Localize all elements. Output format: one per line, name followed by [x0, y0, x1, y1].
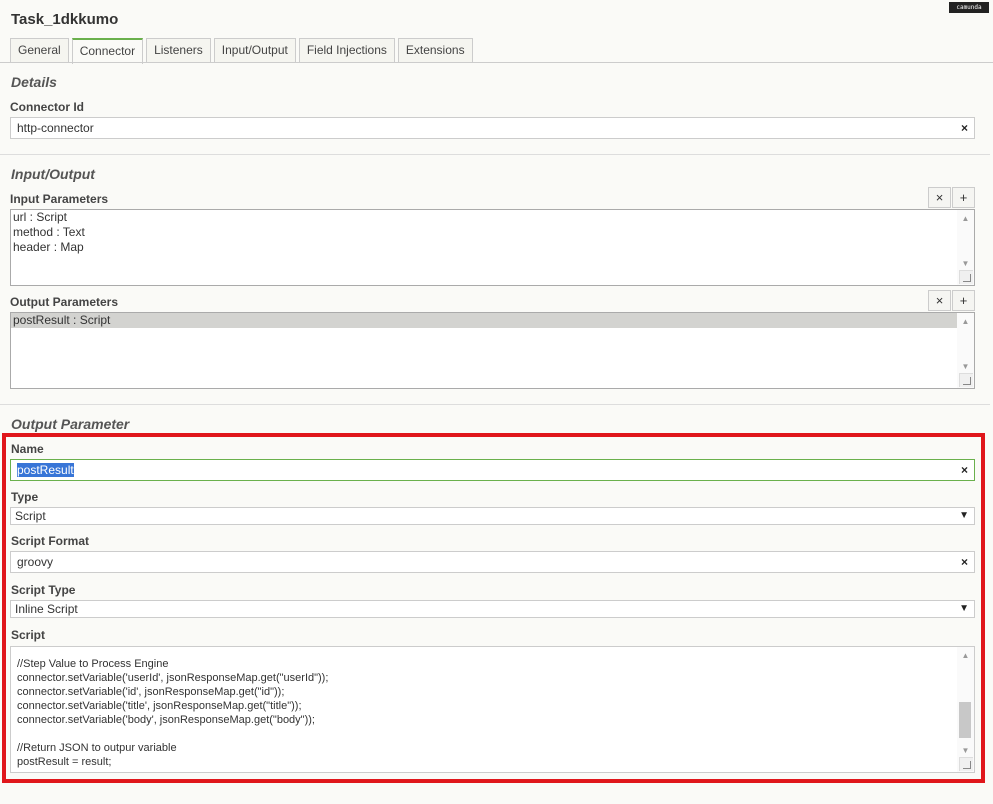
chevron-down-icon[interactable]: ▼: [959, 508, 969, 524]
script-line: //Step Value to Process Engine: [17, 658, 169, 670]
connector-id-input[interactable]: http-connector ×: [10, 117, 975, 139]
script-line: connector.setVariable('id', jsonResponse…: [17, 686, 285, 698]
list-item[interactable]: postResult : Script: [11, 313, 957, 328]
script-line: postResult = result;: [17, 756, 112, 768]
list-item[interactable]: url : Script: [11, 210, 974, 225]
script-line: //Return JSON to outpur variable: [17, 742, 177, 754]
tab-bar: General Connector Listeners Input/Output…: [10, 38, 473, 64]
resize-handle-icon[interactable]: [959, 270, 973, 284]
name-label: Name: [11, 442, 44, 456]
script-type-label: Script Type: [11, 583, 76, 597]
tab-connector[interactable]: Connector: [71, 38, 144, 64]
output-parameters-list[interactable]: postResult : Script ▲ ▼: [10, 312, 975, 389]
clear-icon[interactable]: ×: [961, 118, 968, 138]
input-parameters-list[interactable]: url : Script method : Text header : Map …: [10, 209, 975, 286]
scroll-down-icon[interactable]: ▼: [957, 744, 974, 758]
name-input[interactable]: postResult ×: [10, 459, 975, 481]
output-parameters-label: Output Parameters: [10, 295, 119, 309]
type-value: Script: [15, 509, 46, 523]
connector-id-value: http-connector: [17, 121, 94, 135]
clear-icon[interactable]: ×: [961, 552, 968, 572]
scroll-up-icon[interactable]: ▲: [957, 315, 974, 329]
script-type-select[interactable]: Inline Script ▼: [10, 600, 975, 618]
connector-id-label: Connector Id: [10, 100, 84, 114]
name-value: postResult: [17, 463, 74, 477]
tab-extensions[interactable]: Extensions: [397, 38, 473, 63]
script-format-input[interactable]: groovy ×: [10, 551, 975, 573]
script-format-label: Script Format: [11, 534, 90, 548]
scroll-down-icon[interactable]: ▼: [957, 257, 974, 271]
tab-input-output[interactable]: Input/Output: [213, 38, 296, 63]
list-item[interactable]: header : Map: [11, 240, 974, 255]
resize-handle-icon[interactable]: [959, 757, 973, 771]
type-label: Type: [11, 490, 39, 504]
section-divider: [0, 154, 990, 155]
section-divider: [0, 404, 990, 405]
script-line: connector.setVariable('title', jsonRespo…: [17, 700, 302, 712]
script-type-value: Inline Script: [15, 602, 78, 616]
scroll-up-icon[interactable]: ▲: [957, 212, 974, 226]
resize-handle-icon[interactable]: [959, 373, 973, 387]
script-textarea[interactable]: //Step Value to Process Engine connector…: [10, 646, 975, 773]
script-format-value: groovy: [17, 555, 54, 569]
tab-general[interactable]: General: [10, 38, 69, 63]
scroll-up-icon[interactable]: ▲: [957, 649, 974, 663]
chevron-down-icon[interactable]: ▼: [959, 601, 969, 617]
tab-listeners[interactable]: Listeners: [146, 38, 211, 63]
tab-divider: [0, 62, 993, 63]
script-line: connector.setVariable('body', jsonRespon…: [17, 714, 315, 726]
scroll-down-icon[interactable]: ▼: [957, 360, 974, 374]
script-line: connector.setVariable('userId', jsonResp…: [17, 672, 329, 684]
output-parameter-heading: Output Parameter: [11, 416, 130, 432]
input-parameters-label: Input Parameters: [10, 192, 109, 206]
scrollbar[interactable]: ▲ ▼: [957, 647, 974, 772]
remove-output-parameter-button[interactable]: ×: [928, 290, 951, 311]
add-output-parameter-button[interactable]: +: [952, 290, 975, 311]
input-output-heading: Input/Output: [11, 166, 95, 182]
list-item[interactable]: method : Text: [11, 225, 974, 240]
tab-field-injections[interactable]: Field Injections: [298, 38, 395, 63]
details-heading: Details: [11, 74, 57, 90]
remove-input-parameter-button[interactable]: ×: [928, 187, 951, 208]
type-select[interactable]: Script ▼: [10, 507, 975, 525]
camunda-logo: camunda: [949, 2, 989, 13]
clear-icon[interactable]: ×: [961, 460, 968, 480]
scroll-thumb[interactable]: [959, 702, 971, 738]
script-label: Script: [11, 628, 46, 642]
add-input-parameter-button[interactable]: +: [952, 187, 975, 208]
page-title: Task_1dkkumo: [11, 11, 119, 28]
